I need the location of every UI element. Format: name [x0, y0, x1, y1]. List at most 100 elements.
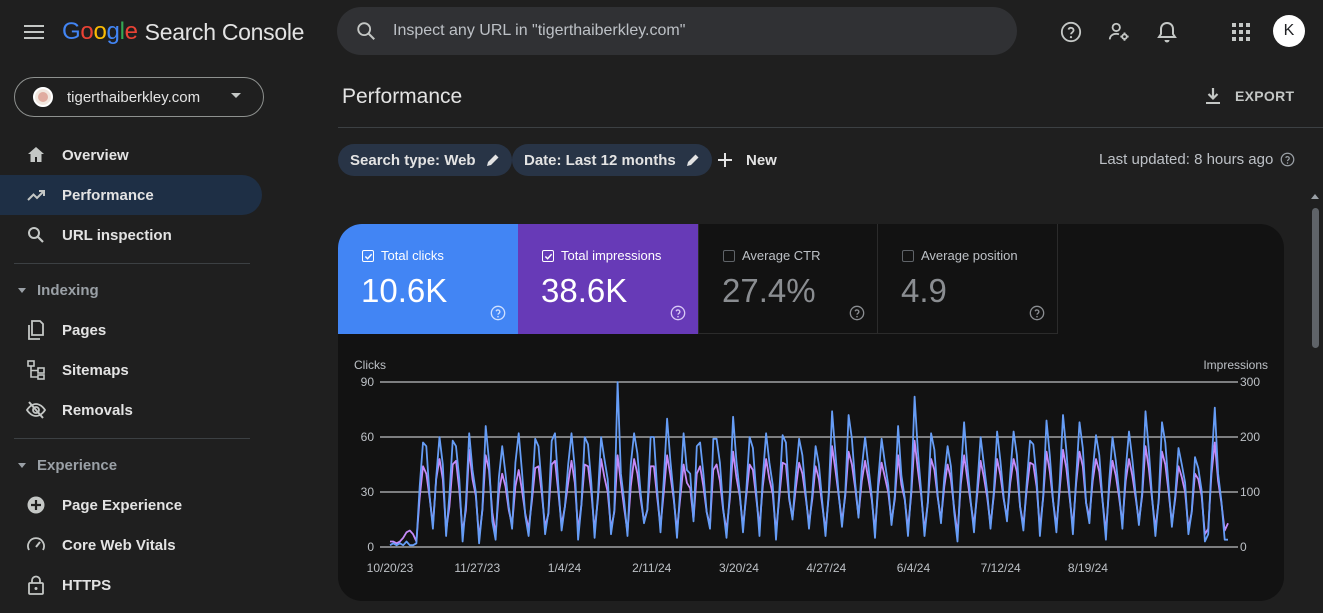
- metric-total-impressions[interactable]: Total impressions 38.6K: [518, 224, 698, 334]
- metric-label: Average CTR: [742, 248, 821, 263]
- trending-up-icon: [27, 190, 45, 201]
- plus-icon: [718, 153, 732, 167]
- search-icon: [28, 227, 44, 243]
- metric-total-clicks[interactable]: Total clicks 10.6K: [338, 224, 518, 334]
- logo-letter: G: [62, 18, 81, 45]
- logo-letter: e: [124, 18, 138, 45]
- sidebar-item-label: Overview: [62, 147, 129, 164]
- pencil-icon: [486, 154, 499, 166]
- metric-value: 38.6K: [541, 272, 628, 309]
- lock-icon: [28, 575, 44, 595]
- dropdown-arrow-icon: [231, 93, 241, 98]
- metric-average-ctr[interactable]: Average CTR 27.4%: [698, 224, 878, 334]
- sidebar-item-label: Removals: [62, 402, 133, 419]
- account-avatar[interactable]: K: [1273, 15, 1305, 47]
- help-icon[interactable]: [849, 305, 865, 321]
- metric-average-position[interactable]: Average position 4.9: [878, 224, 1058, 334]
- checkbox-unchecked-icon[interactable]: [902, 250, 914, 262]
- help-icon[interactable]: [1029, 305, 1045, 321]
- metric-label: Total clicks: [381, 248, 444, 263]
- search-icon: [357, 22, 375, 40]
- sidebar-item-https[interactable]: HTTPS: [0, 565, 262, 605]
- logo-letter: g: [106, 18, 120, 45]
- bell-icon[interactable]: [1151, 16, 1183, 48]
- header-divider: [338, 127, 1323, 128]
- property-favicon-icon: [33, 87, 53, 107]
- url-inspection-input[interactable]: [393, 22, 993, 40]
- pages-icon: [28, 320, 44, 340]
- y-tick-label-right: 0: [1240, 540, 1247, 554]
- sidebar-item-label: URL inspection: [62, 227, 172, 244]
- sidebar-item-pages[interactable]: Pages: [0, 310, 262, 350]
- plus-circle-icon: [27, 496, 45, 514]
- sidebar-item-label: HTTPS: [62, 577, 112, 594]
- sidebar-item-removals[interactable]: Removals: [0, 390, 262, 430]
- x-tick-label: 3/20/24: [719, 561, 759, 575]
- export-button[interactable]: EXPORT: [1203, 83, 1294, 109]
- collapse-caret-icon: [18, 287, 26, 293]
- sidebar-item-overview[interactable]: Overview: [0, 135, 262, 175]
- sidebar-section-title: Indexing: [37, 281, 99, 299]
- apps-grid-icon[interactable]: [1225, 16, 1257, 48]
- filter-chip-label: Date: Last 12 months: [524, 151, 676, 169]
- property-selector[interactable]: tigerthaiberkley.com: [14, 77, 264, 117]
- manage-users-icon[interactable]: [1103, 16, 1135, 48]
- sitemap-icon: [27, 360, 45, 380]
- collapse-caret-icon: [18, 462, 26, 468]
- checkbox-unchecked-icon[interactable]: [723, 250, 735, 262]
- add-filter-label: New: [746, 151, 777, 169]
- metric-value: 27.4%: [722, 272, 816, 309]
- filter-chip-date[interactable]: Date: Last 12 months: [512, 144, 712, 176]
- y-tick-label-left: 60: [361, 430, 375, 444]
- main-scrollbar[interactable]: [1308, 190, 1323, 613]
- sidebar-item-page-experience[interactable]: Page Experience: [0, 485, 262, 525]
- home-icon: [28, 147, 44, 162]
- scroll-up-arrow-icon[interactable]: [1311, 194, 1319, 199]
- y-tick-label-right: 200: [1240, 430, 1260, 444]
- y-tick-label-left: 90: [361, 375, 375, 389]
- left-axis-title: Clicks: [354, 358, 386, 372]
- sidebar-section-title: Experience: [37, 456, 118, 474]
- metric-value: 10.6K: [361, 272, 448, 309]
- checkbox-checked-icon[interactable]: [542, 250, 554, 262]
- url-inspection-search-bar[interactable]: [337, 7, 1017, 55]
- x-tick-label: 2/11/24: [632, 561, 671, 575]
- help-icon[interactable]: [490, 305, 506, 321]
- sidebar-item-sitemaps[interactable]: Sitemaps: [0, 350, 262, 390]
- last-updated-text: Last updated: 8 hours ago: [1099, 151, 1274, 168]
- sidebar-item-label: Core Web Vitals: [62, 537, 176, 554]
- help-icon[interactable]: [670, 305, 686, 321]
- pencil-icon: [686, 154, 699, 166]
- performance-card: Total clicks 10.6K Total impressions 38.…: [338, 224, 1284, 601]
- y-tick-label-right: 300: [1240, 375, 1260, 389]
- sidebar-section-experience[interactable]: Experience: [18, 453, 117, 477]
- download-icon: [1206, 88, 1220, 104]
- checkbox-checked-icon[interactable]: [362, 250, 374, 262]
- x-tick-label: 10/20/23: [367, 561, 414, 575]
- performance-chart[interactable]: Clicks Impressions 0 30 60 90 0 100 200 300 10/20/…: [338, 344, 1284, 601]
- add-filter-button[interactable]: New: [716, 144, 777, 176]
- x-tick-label: 11/27/23: [454, 561, 500, 575]
- filter-chip-label: Search type: Web: [350, 151, 476, 169]
- clicks-series-line: [389, 381, 1228, 547]
- property-name: tigerthaiberkley.com: [67, 88, 201, 106]
- sidebar-section-indexing[interactable]: Indexing: [18, 278, 99, 302]
- help-icon[interactable]: [1280, 152, 1295, 167]
- scrollbar-thumb[interactable]: [1312, 208, 1319, 348]
- sidebar-item-label: Pages: [62, 322, 107, 339]
- filter-chip-search-type[interactable]: Search type: Web: [338, 144, 512, 176]
- x-tick-label: 8/19/24: [1068, 561, 1108, 575]
- logo-letter: o: [80, 18, 94, 45]
- visibility-off-icon: [26, 401, 46, 419]
- sidebar-item-label: Page Experience: [62, 497, 183, 514]
- search-console-logo[interactable]: Google Search Console: [62, 16, 304, 48]
- metric-label: Total impressions: [561, 248, 662, 263]
- product-name: Search Console: [144, 18, 305, 45]
- hamburger-menu-icon[interactable]: [18, 16, 50, 48]
- help-icon[interactable]: [1055, 16, 1087, 48]
- x-tick-label: 4/27/24: [806, 561, 846, 575]
- sidebar-item-performance[interactable]: Performance: [0, 175, 262, 215]
- sidebar-item-core-web-vitals[interactable]: Core Web Vitals: [0, 525, 262, 565]
- speed-icon: [27, 537, 45, 551]
- sidebar-item-url-inspection[interactable]: URL inspection: [0, 215, 262, 255]
